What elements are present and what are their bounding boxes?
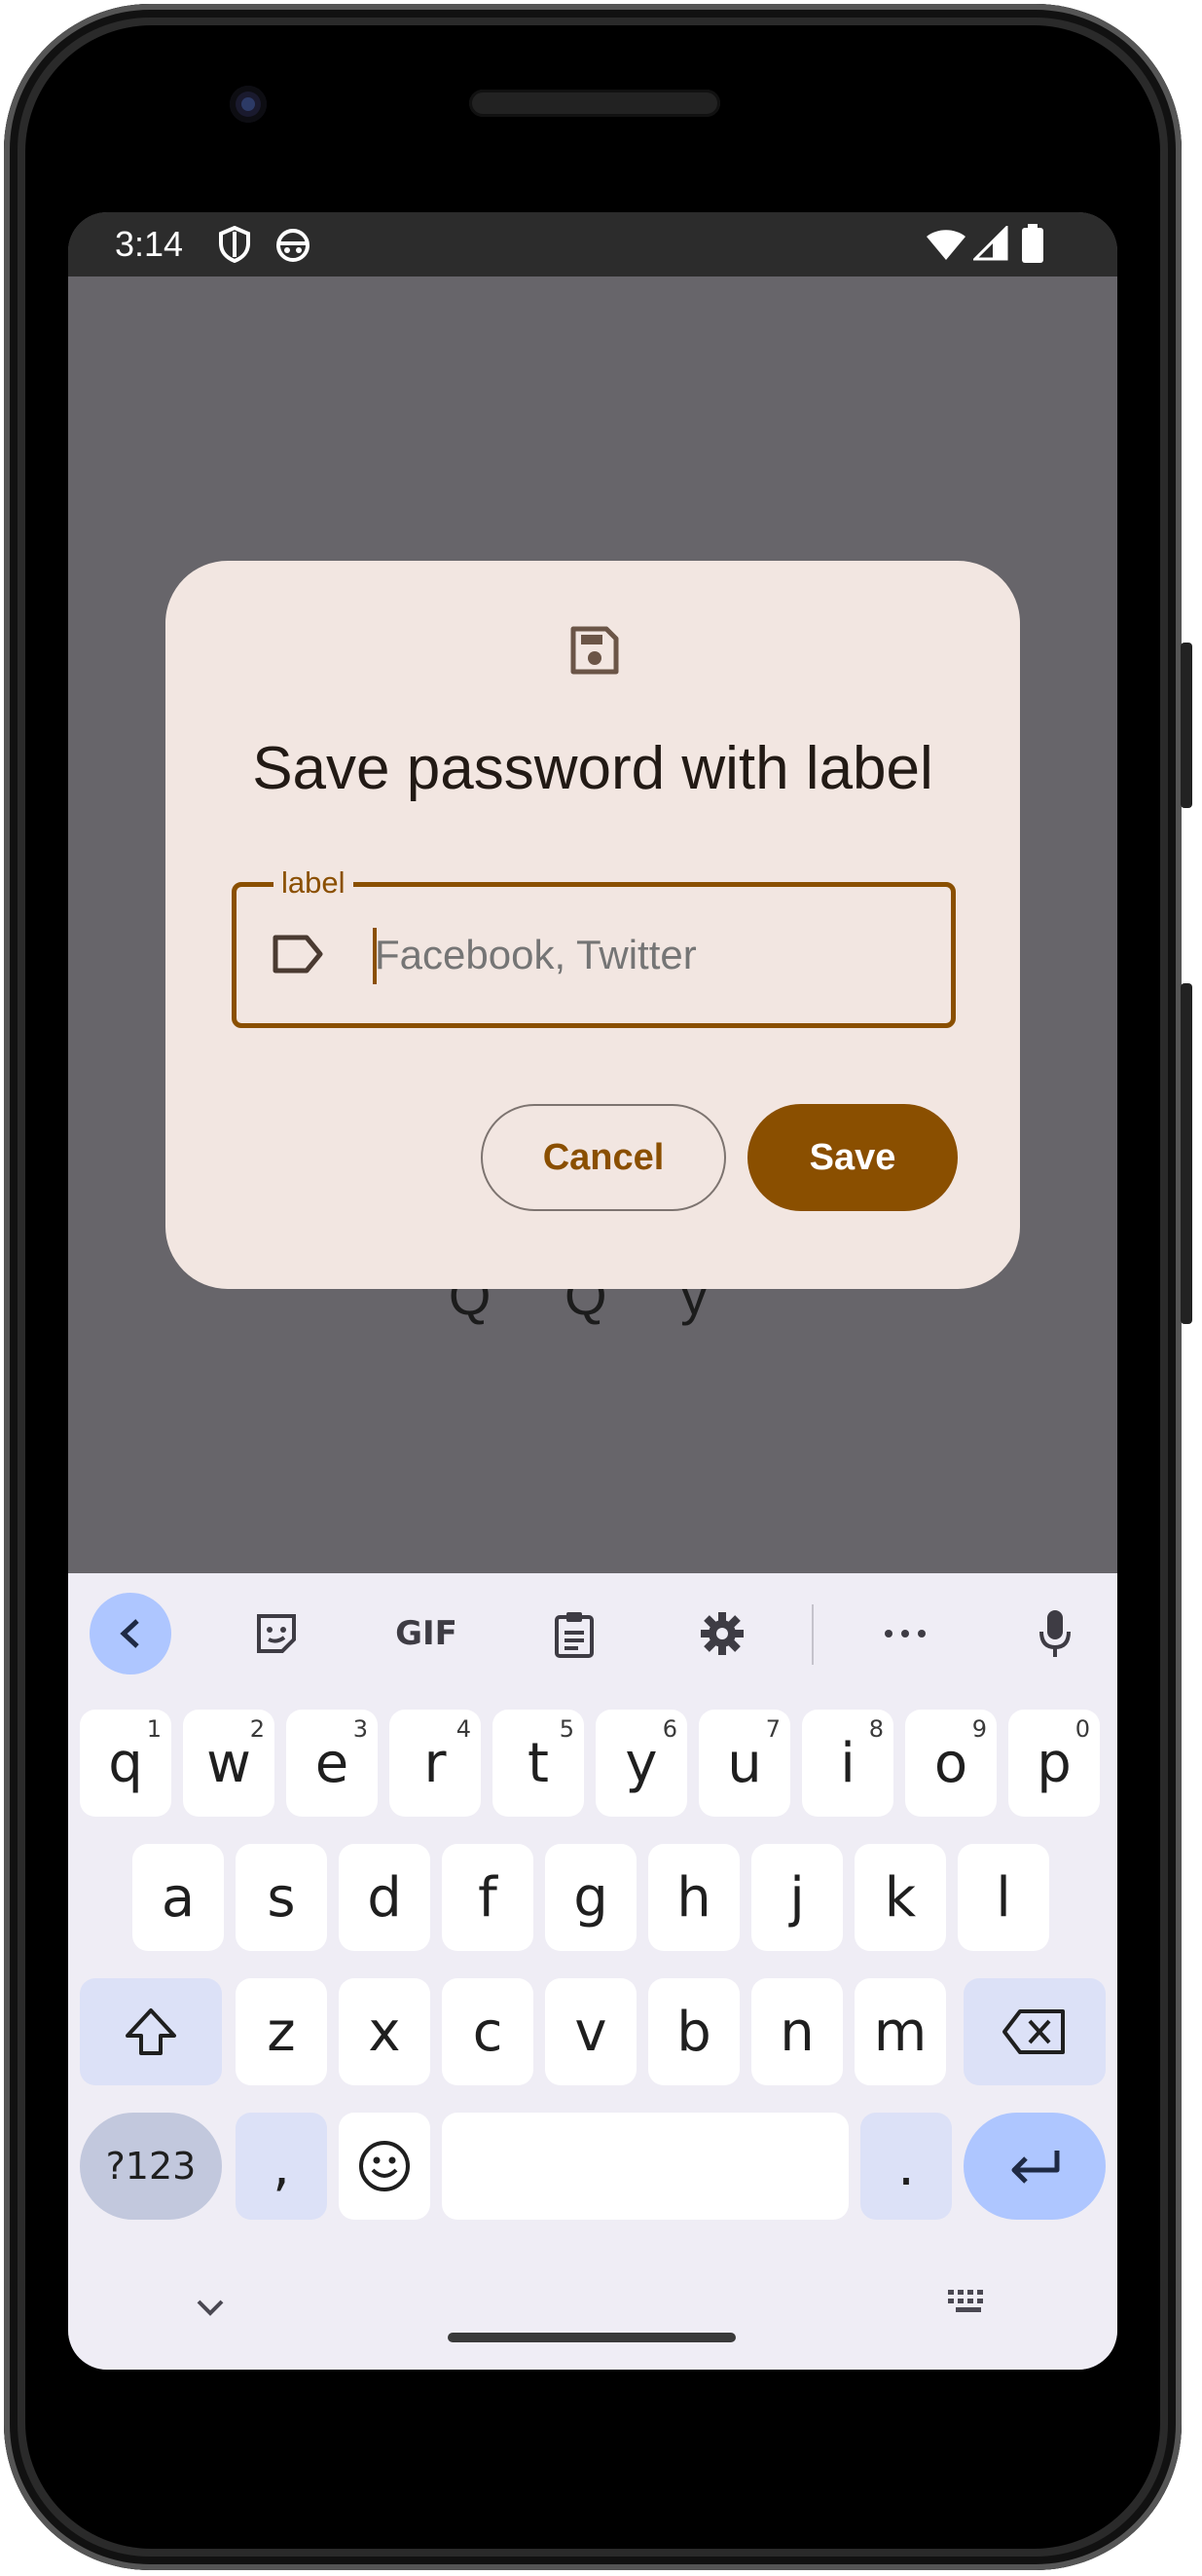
enter-key[interactable] (964, 2113, 1106, 2220)
emoji-icon (359, 2141, 410, 2191)
key-d[interactable]: d (339, 1844, 430, 1951)
android-icon (276, 229, 310, 262)
wifi-icon (927, 230, 965, 260)
save-password-dialog: Save password with label label Cancel Sa… (165, 561, 1020, 1289)
key-label: w (206, 1731, 251, 1795)
dialog-title: Save password with label (252, 735, 933, 802)
key-t[interactable]: t5 (492, 1710, 584, 1817)
toolbar-divider (812, 1604, 814, 1665)
power-button (1181, 643, 1192, 808)
more-icon[interactable] (864, 1593, 946, 1674)
key-x[interactable]: x (339, 1978, 430, 2085)
symbols-key[interactable]: ?123 (80, 2113, 222, 2220)
key-w[interactable]: w2 (183, 1710, 274, 1817)
key-label: r (423, 1731, 447, 1795)
key-z[interactable]: z (236, 1978, 327, 2085)
save-icon (570, 626, 619, 675)
key-u[interactable]: u7 (699, 1710, 790, 1817)
shift-icon (126, 2008, 176, 2055)
label-text-field[interactable]: label (232, 865, 956, 1028)
key-f[interactable]: f (442, 1844, 533, 1951)
keyboard-switch-icon[interactable] (944, 2286, 993, 2319)
key-c[interactable]: c (442, 1978, 533, 2085)
key-k[interactable]: k (855, 1844, 946, 1951)
mic-icon[interactable] (1014, 1593, 1096, 1674)
settings-icon[interactable] (681, 1593, 763, 1674)
key-label: q (108, 1731, 143, 1795)
key-q[interactable]: q1 (80, 1710, 171, 1817)
key-e[interactable]: e3 (286, 1710, 378, 1817)
key-hint: 5 (559, 1715, 574, 1743)
key-m[interactable]: m (855, 1978, 946, 2085)
key-s[interactable]: s (236, 1844, 327, 1951)
key-i[interactable]: i8 (802, 1710, 893, 1817)
emoji-key[interactable] (339, 2113, 430, 2220)
key-label: e (314, 1731, 349, 1795)
key-j[interactable]: j (751, 1844, 843, 1951)
key-hint: 6 (662, 1715, 677, 1743)
key-h[interactable]: h (648, 1844, 740, 1951)
key-n[interactable]: n (751, 1978, 843, 2085)
enter-icon (1011, 2151, 1060, 2184)
cancel-button[interactable]: Cancel (481, 1104, 726, 1211)
status-time: 3:14 (115, 224, 184, 264)
key-r[interactable]: r4 (389, 1710, 481, 1817)
sticker-icon[interactable] (236, 1593, 317, 1674)
hide-keyboard-icon[interactable] (191, 2292, 230, 2321)
key-v[interactable]: v (545, 1978, 637, 2085)
key-label: p (1037, 1731, 1072, 1795)
key-b[interactable]: b (648, 1978, 740, 2085)
save-button[interactable]: Save (747, 1104, 958, 1211)
key-l[interactable]: l (958, 1844, 1049, 1951)
key-g[interactable]: g (545, 1844, 637, 1951)
signal-icon (973, 226, 1008, 261)
keyboard: GIF q1 w2 e3 r4 t5 y6 u7 i8 o9 p0 a s d … (68, 1573, 1117, 2370)
shield-icon (219, 226, 250, 263)
field-label: label (273, 865, 353, 901)
keyboard-toolbar: GIF (68, 1573, 1117, 1690)
key-y[interactable]: y6 (596, 1710, 687, 1817)
comma-key[interactable]: , (236, 2113, 327, 2220)
label-input[interactable] (375, 932, 920, 978)
key-hint: 7 (765, 1715, 781, 1743)
key-a[interactable]: a (132, 1844, 224, 1951)
key-p[interactable]: p0 (1008, 1710, 1100, 1817)
key-hint: 3 (352, 1715, 368, 1743)
gif-button[interactable]: GIF (385, 1593, 467, 1674)
key-hint: 2 (249, 1715, 265, 1743)
key-o[interactable]: o9 (905, 1710, 997, 1817)
key-label: u (727, 1731, 762, 1795)
label-tag-icon (273, 935, 323, 974)
period-key[interactable]: . (860, 2113, 952, 2220)
key-hint: 0 (1075, 1715, 1090, 1743)
key-label: o (933, 1731, 968, 1795)
home-indicator[interactable] (448, 2333, 736, 2342)
screen: 3:14 Q Q y Save password with label labe… (68, 212, 1117, 2370)
volume-button (1181, 983, 1192, 1324)
key-hint: 1 (146, 1715, 162, 1743)
shift-key[interactable] (80, 1978, 222, 2085)
earpiece-speaker (469, 90, 720, 117)
backspace-key[interactable] (964, 1978, 1106, 2085)
key-label: i (840, 1731, 856, 1795)
space-key[interactable] (442, 2113, 849, 2220)
gif-label: GIF (395, 1614, 457, 1653)
front-camera (230, 86, 267, 123)
clipboard-icon[interactable] (533, 1593, 615, 1674)
status-bar: 3:14 (68, 212, 1117, 276)
key-label: y (625, 1731, 658, 1795)
key-hint: 8 (868, 1715, 884, 1743)
key-hint: 4 (455, 1715, 471, 1743)
back-icon[interactable] (90, 1593, 171, 1674)
key-label: t (528, 1731, 549, 1795)
key-hint: 9 (971, 1715, 987, 1743)
battery-icon (1022, 224, 1043, 263)
backspace-icon (1002, 2009, 1065, 2054)
